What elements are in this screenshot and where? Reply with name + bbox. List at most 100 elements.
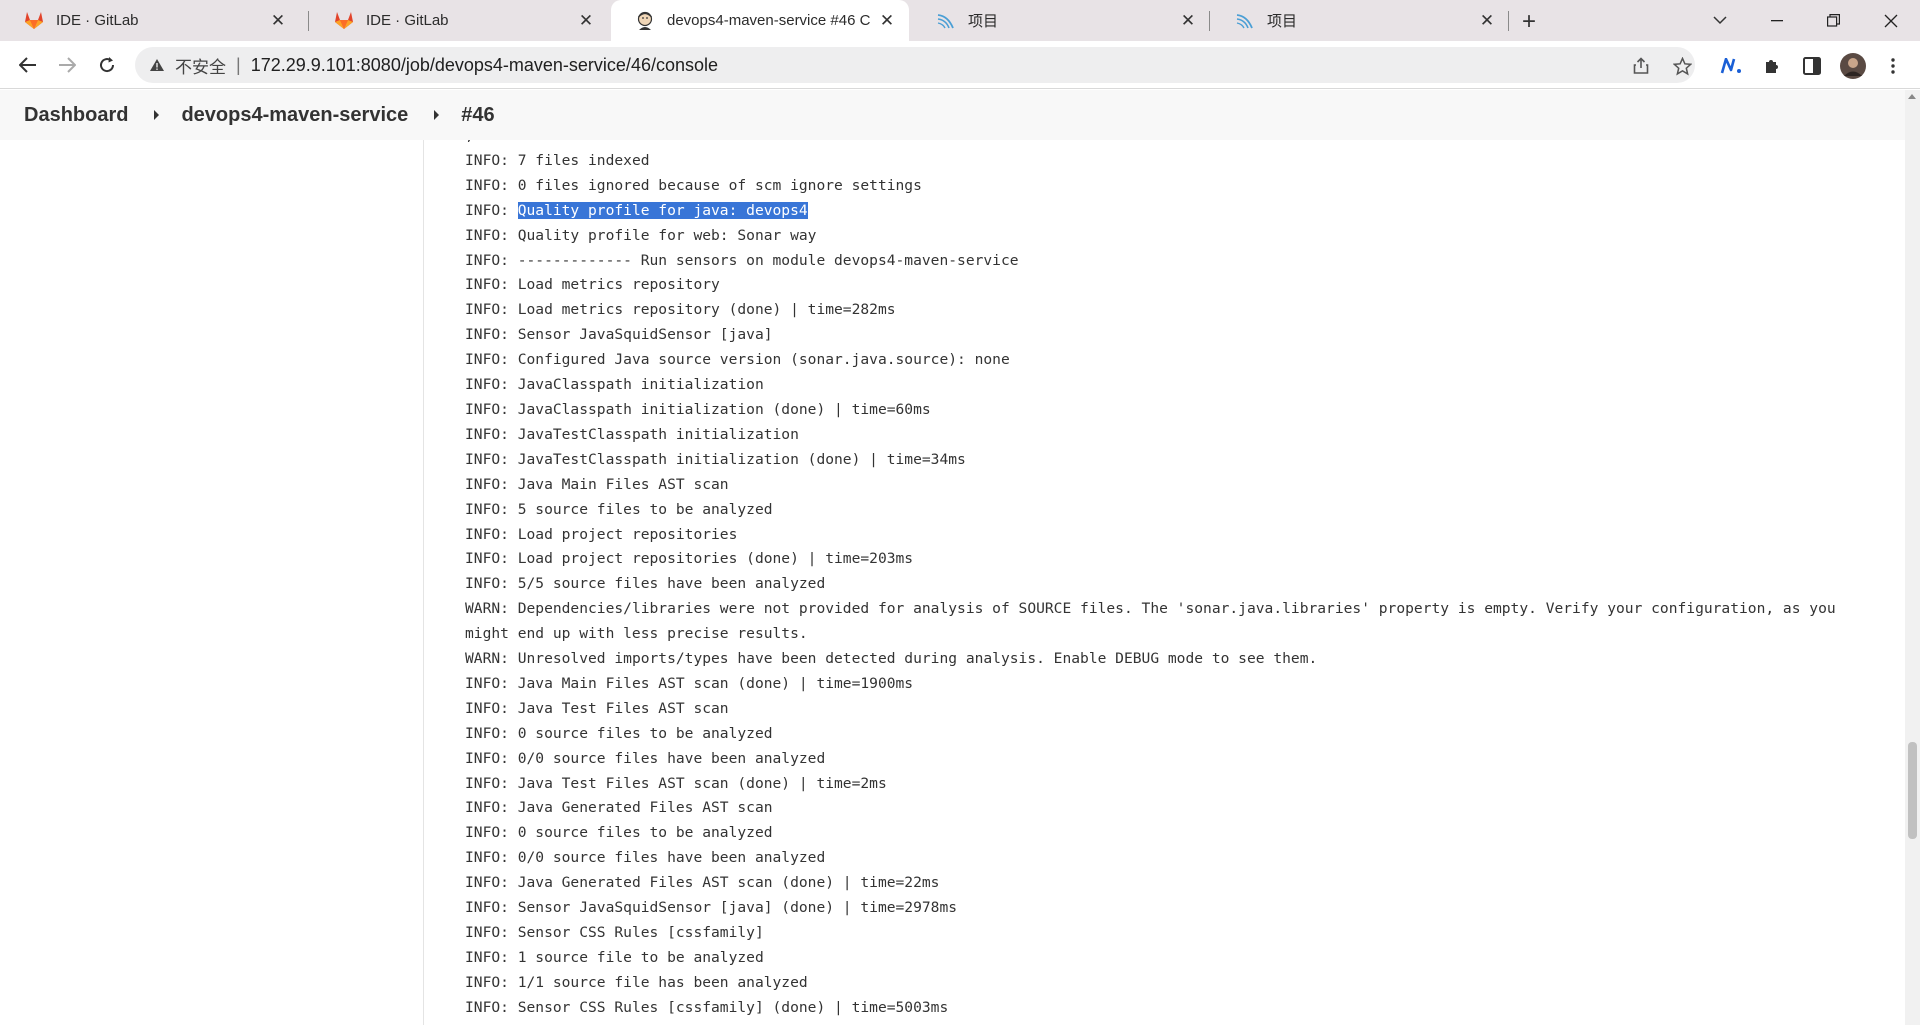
extensions-puzzle-icon[interactable]	[1759, 53, 1785, 79]
address-bar[interactable]: 不安全 | 172.29.9.101:8080/job/devops4-mave…	[135, 47, 1695, 83]
tab-sonarqube-projects-1[interactable]: 项目 ✕	[912, 0, 1210, 41]
address-separator: |	[236, 54, 241, 75]
tab-sonarqube-projects-2[interactable]: 项目 ✕	[1211, 0, 1509, 41]
log-message: Java Main Files AST scan	[517, 475, 729, 493]
console-log: ,INFO: 7 files indexedINFO: 0 files igno…	[465, 140, 1885, 1021]
console-line: INFO: 1/1 source file has been analyzed	[465, 971, 1885, 996]
log-level-prefix: INFO:	[465, 475, 518, 493]
console-output: ,INFO: 7 files indexedINFO: 0 files igno…	[465, 140, 1885, 1025]
log-message: Java Main Files AST scan (done) | time=1…	[517, 674, 914, 692]
log-message: Java Generated Files AST scan (done) | t…	[517, 874, 940, 892]
console-line: INFO: 7 files indexed	[465, 149, 1885, 174]
page-scrollbar[interactable]	[1905, 90, 1920, 1025]
log-level-prefix: INFO:	[465, 724, 518, 742]
console-line: INFO: Java Main Files AST scan	[465, 473, 1885, 498]
chevron-right-icon[interactable]	[434, 110, 440, 120]
scrollbar-thumb[interactable]	[1908, 742, 1917, 839]
console-line: INFO: Java Test Files AST scan (done) | …	[465, 772, 1885, 797]
log-message: Quality profile for web: Sonar way	[517, 226, 817, 244]
tab-divider	[308, 11, 309, 31]
breadcrumb-build[interactable]: #46	[461, 104, 494, 127]
console-line: INFO: Sensor JavaSquidSensor [java]	[465, 323, 1885, 348]
forward-arrow-icon[interactable]	[52, 50, 82, 80]
log-level-prefix: INFO:	[465, 674, 518, 692]
log-level-prefix: INFO:	[465, 849, 518, 867]
console-line: INFO: Configured Java source version (so…	[465, 348, 1885, 373]
scroll-up-arrow-icon[interactable]	[1908, 94, 1916, 99]
tab-divider	[1209, 11, 1210, 31]
tab-search-chevron-icon[interactable]	[1695, 0, 1745, 41]
new-tab-button[interactable]: +	[1515, 8, 1543, 36]
log-message: 5/5 source files have been analyzed	[517, 575, 826, 593]
console-line: INFO: Load metrics repository (done) | t…	[465, 298, 1885, 323]
minimize-icon[interactable]	[1752, 0, 1802, 41]
log-message: Load project repositories (done) | time=…	[517, 550, 914, 568]
console-line: INFO: Sensor CSS Rules [cssfamily]	[465, 921, 1885, 946]
console-line: INFO: 1 source file to be analyzed	[465, 946, 1885, 971]
tab-gitlab-ide-2[interactable]: IDE · GitLab ✕	[310, 0, 608, 41]
tab-title: 项目	[968, 13, 999, 30]
close-icon[interactable]: ✕	[576, 11, 596, 31]
bookmark-star-icon[interactable]	[1669, 53, 1695, 79]
tab-jenkins-console[interactable]: devops4-maven-service #46 C ✕	[611, 0, 909, 41]
tab-gitlab-ide-1[interactable]: IDE · GitLab ✕	[0, 0, 300, 41]
console-line: INFO: Load project repositories (done) |…	[465, 547, 1885, 572]
warning-triangle-icon[interactable]	[147, 55, 167, 75]
log-level-prefix: INFO:	[465, 948, 518, 966]
console-line: INFO: 5/5 source files have been analyze…	[465, 572, 1885, 597]
console-line: INFO: 0 source files to be analyzed	[465, 821, 1885, 846]
log-message: Load metrics repository (done) | time=28…	[517, 301, 896, 319]
log-level-prefix: INFO:	[465, 874, 518, 892]
extension-n-icon[interactable]	[1719, 53, 1745, 79]
browser-tab-strip: IDE · GitLab ✕ IDE · GitLab ✕ devops4-ma…	[0, 0, 1920, 41]
sonarqube-waves-icon	[1235, 11, 1255, 31]
console-line: WARN: Dependencies/libraries were not pr…	[465, 597, 1885, 647]
close-window-icon[interactable]	[1866, 0, 1916, 41]
chevron-right-icon[interactable]	[154, 110, 160, 120]
log-message: 5 source files to be analyzed	[517, 500, 773, 518]
log-level-prefix: INFO:	[465, 998, 518, 1016]
log-message: 7 files indexed	[517, 151, 650, 169]
breadcrumb-job[interactable]: devops4-maven-service	[181, 104, 408, 127]
log-message: 1 source file to be analyzed	[517, 948, 764, 966]
profile-avatar[interactable]	[1840, 53, 1866, 79]
log-message: Sensor JavaSquidSensor [java]	[517, 326, 773, 344]
close-icon[interactable]: ✕	[877, 11, 897, 31]
log-level-prefix: INFO:	[465, 799, 518, 817]
log-level-prefix: INFO:	[465, 550, 518, 568]
back-arrow-icon[interactable]	[13, 50, 43, 80]
side-panel	[0, 140, 424, 1025]
close-icon[interactable]: ✕	[1477, 11, 1497, 31]
menu-kebab-icon[interactable]	[1880, 53, 1906, 79]
close-icon[interactable]: ✕	[268, 11, 288, 31]
reload-icon[interactable]	[92, 50, 122, 80]
log-message: Load metrics repository	[517, 276, 720, 294]
breadcrumb: Dashboard devops4-maven-service #46	[0, 90, 1905, 140]
log-message: JavaClasspath initialization	[517, 376, 764, 394]
restore-icon[interactable]	[1808, 0, 1858, 41]
close-icon[interactable]: ✕	[1178, 11, 1198, 31]
log-message: Java Test Files AST scan (done) | time=2…	[517, 774, 887, 792]
console-line: INFO: JavaTestClasspath initialization	[465, 423, 1885, 448]
log-level-prefix: INFO:	[465, 276, 518, 294]
log-message: 1/1 source file has been analyzed	[517, 973, 808, 991]
url-text[interactable]: 172.29.9.101:8080/job/devops4-maven-serv…	[251, 55, 718, 76]
side-panel-icon[interactable]	[1799, 53, 1825, 79]
console-line: INFO: 0 source files to be analyzed	[465, 722, 1885, 747]
log-level-prefix: INFO:	[465, 749, 518, 767]
log-level-prefix: INFO:	[465, 500, 518, 518]
breadcrumb-dashboard[interactable]: Dashboard	[24, 104, 128, 127]
log-level-prefix: INFO:	[465, 450, 518, 468]
log-level-prefix: INFO:	[465, 924, 518, 941]
security-status-label[interactable]: 不安全	[175, 53, 226, 78]
log-level-prefix: INFO:	[465, 251, 518, 269]
console-line: ,	[465, 140, 1885, 149]
log-message: Unresolved imports/types have been detec…	[517, 650, 1318, 668]
log-message: Sensor JavaSquidSensor [java] (done) | t…	[517, 899, 958, 917]
share-icon[interactable]	[1628, 53, 1654, 79]
gitlab-fox-icon	[334, 11, 354, 31]
log-level-prefix: INFO:	[465, 326, 518, 344]
console-line: INFO: Sensor JavaSquidSensor [java] (don…	[465, 896, 1885, 921]
log-message: Java Generated Files AST scan	[517, 799, 773, 817]
console-line: WARN: Unresolved imports/types have been…	[465, 647, 1885, 672]
